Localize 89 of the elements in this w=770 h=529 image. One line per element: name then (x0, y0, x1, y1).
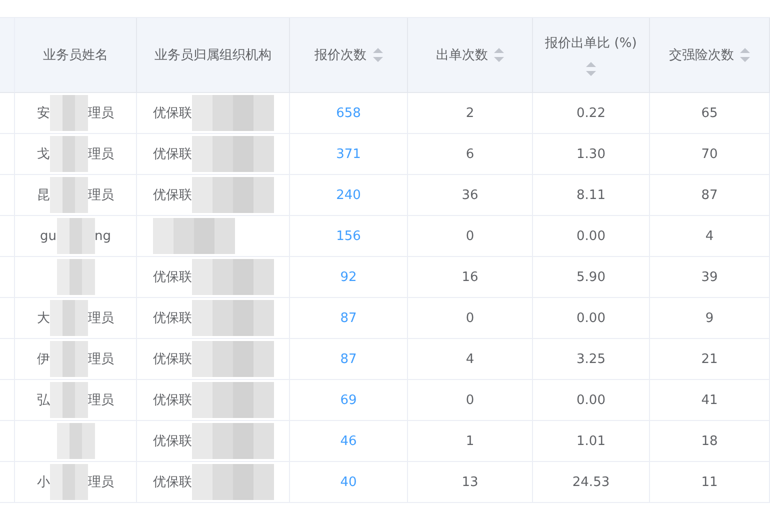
pixelated-redaction (50, 95, 88, 131)
sort-icon[interactable] (494, 48, 504, 62)
table-cell: 9 (650, 298, 770, 339)
name-fragment: 理员 (88, 351, 114, 368)
quote-count-link[interactable]: 87 (340, 310, 357, 326)
table-cell: 87 (650, 175, 770, 216)
table-cell: 6 (408, 134, 533, 175)
name-fragment: 理员 (88, 310, 114, 327)
sort-icon[interactable] (372, 48, 382, 62)
name-fragment: 小 (37, 474, 50, 491)
name-fragment: ng (94, 228, 111, 244)
header-cell[interactable]: 交强险次数 (650, 18, 770, 93)
header-cell[interactable]: 报价出单比 (%) (533, 18, 650, 93)
org-fragment: 优保联 (153, 392, 192, 409)
table-cell: 0 (408, 298, 533, 339)
table-cell: 1.01 (533, 421, 650, 462)
column-label: 交强险次数 (669, 47, 734, 64)
quote-count-link[interactable]: 46 (340, 434, 357, 448)
column-label: 报价次数 (314, 47, 366, 64)
sort-icon[interactable] (586, 62, 596, 76)
pixelated-redaction (50, 464, 88, 500)
pixelated-redaction (50, 341, 88, 377)
name-fragment: 理员 (88, 105, 114, 122)
table-cell: 13 (408, 462, 533, 503)
table-cell: 0.22 (533, 93, 650, 134)
table-cell: 0.00 (533, 380, 650, 421)
header-cell[interactable]: 出单次数 (408, 18, 533, 93)
org-fragment: 优保联 (153, 474, 192, 491)
name-fragment: 昆 (37, 187, 50, 204)
quote-count-link[interactable]: 87 (340, 352, 357, 366)
quote-count-link[interactable]: 40 (340, 474, 357, 490)
table-cell: 65 (650, 93, 770, 134)
org-fragment: 优保联 (153, 146, 192, 163)
table-cell: 39 (650, 257, 770, 298)
column-label: 报价出单比 (%) (545, 35, 637, 52)
pixelated-redaction (50, 136, 88, 172)
org-fragment: 优保联 (153, 433, 192, 450)
table-cell: 18 (650, 421, 770, 462)
table-cell: 21 (650, 339, 770, 380)
table-cell: 8.11 (533, 175, 650, 216)
table-cell: 4 (408, 339, 533, 380)
table-cell: 24.53 (533, 462, 650, 503)
table-cell: 0 (408, 216, 533, 257)
quote-count-link[interactable]: 240 (336, 188, 361, 202)
pixelated-redaction (56, 218, 94, 254)
org-fragment: 优保联 (153, 105, 192, 122)
pixelated-redaction (56, 259, 94, 295)
table-cell: 16 (408, 257, 533, 298)
org-fragment: 优保联 (153, 310, 192, 327)
table-cell: 0.00 (533, 216, 650, 257)
name-fragment: 大 (37, 310, 50, 327)
table-cell: 2 (408, 93, 533, 134)
table-cell: 5.90 (533, 257, 650, 298)
quote-count-link[interactable]: 658 (336, 106, 361, 120)
column-label: 业务员归属组织机构 (154, 47, 272, 64)
name-fragment: 理员 (88, 392, 114, 409)
table-cell: 0.00 (533, 298, 650, 339)
table-cell: 3.25 (533, 339, 650, 380)
table-cell: 4 (650, 216, 770, 257)
pixelated-redaction (50, 382, 88, 418)
table-cell: 41 (650, 380, 770, 421)
quote-count-link[interactable]: 69 (340, 392, 357, 408)
pixelated-redaction (50, 177, 88, 213)
quote-count-link[interactable]: 156 (336, 228, 361, 244)
header-cell[interactable]: 报价次数 (290, 18, 408, 93)
table-cell: 11 (650, 462, 770, 503)
org-fragment: 优保联 (153, 269, 192, 286)
table-cell: 1.30 (533, 134, 650, 175)
pixelated-redaction (56, 423, 94, 459)
name-fragment: 理员 (88, 474, 114, 491)
name-fragment: gu (40, 228, 56, 244)
name-fragment: 伊 (37, 351, 50, 368)
name-fragment: 安 (37, 105, 50, 122)
table-cell: 70 (650, 134, 770, 175)
quote-count-link[interactable]: 371 (336, 146, 361, 162)
name-fragment: 戈 (37, 146, 50, 163)
column-label: 业务员姓名 (43, 47, 108, 64)
name-fragment: 弘 (37, 392, 50, 409)
name-fragment: 理员 (88, 146, 114, 163)
column-label: 出单次数 (436, 47, 488, 64)
org-fragment: 优保联 (153, 187, 192, 204)
table-cell: 36 (408, 175, 533, 216)
sort-icon[interactable] (740, 48, 750, 62)
name-fragment: 理员 (88, 187, 114, 204)
org-fragment: 优保联 (153, 351, 192, 368)
pixelated-redaction (50, 300, 88, 336)
table-cell: 0 (408, 380, 533, 421)
quote-count-link[interactable]: 92 (340, 270, 357, 284)
table-cell: 1 (408, 421, 533, 462)
